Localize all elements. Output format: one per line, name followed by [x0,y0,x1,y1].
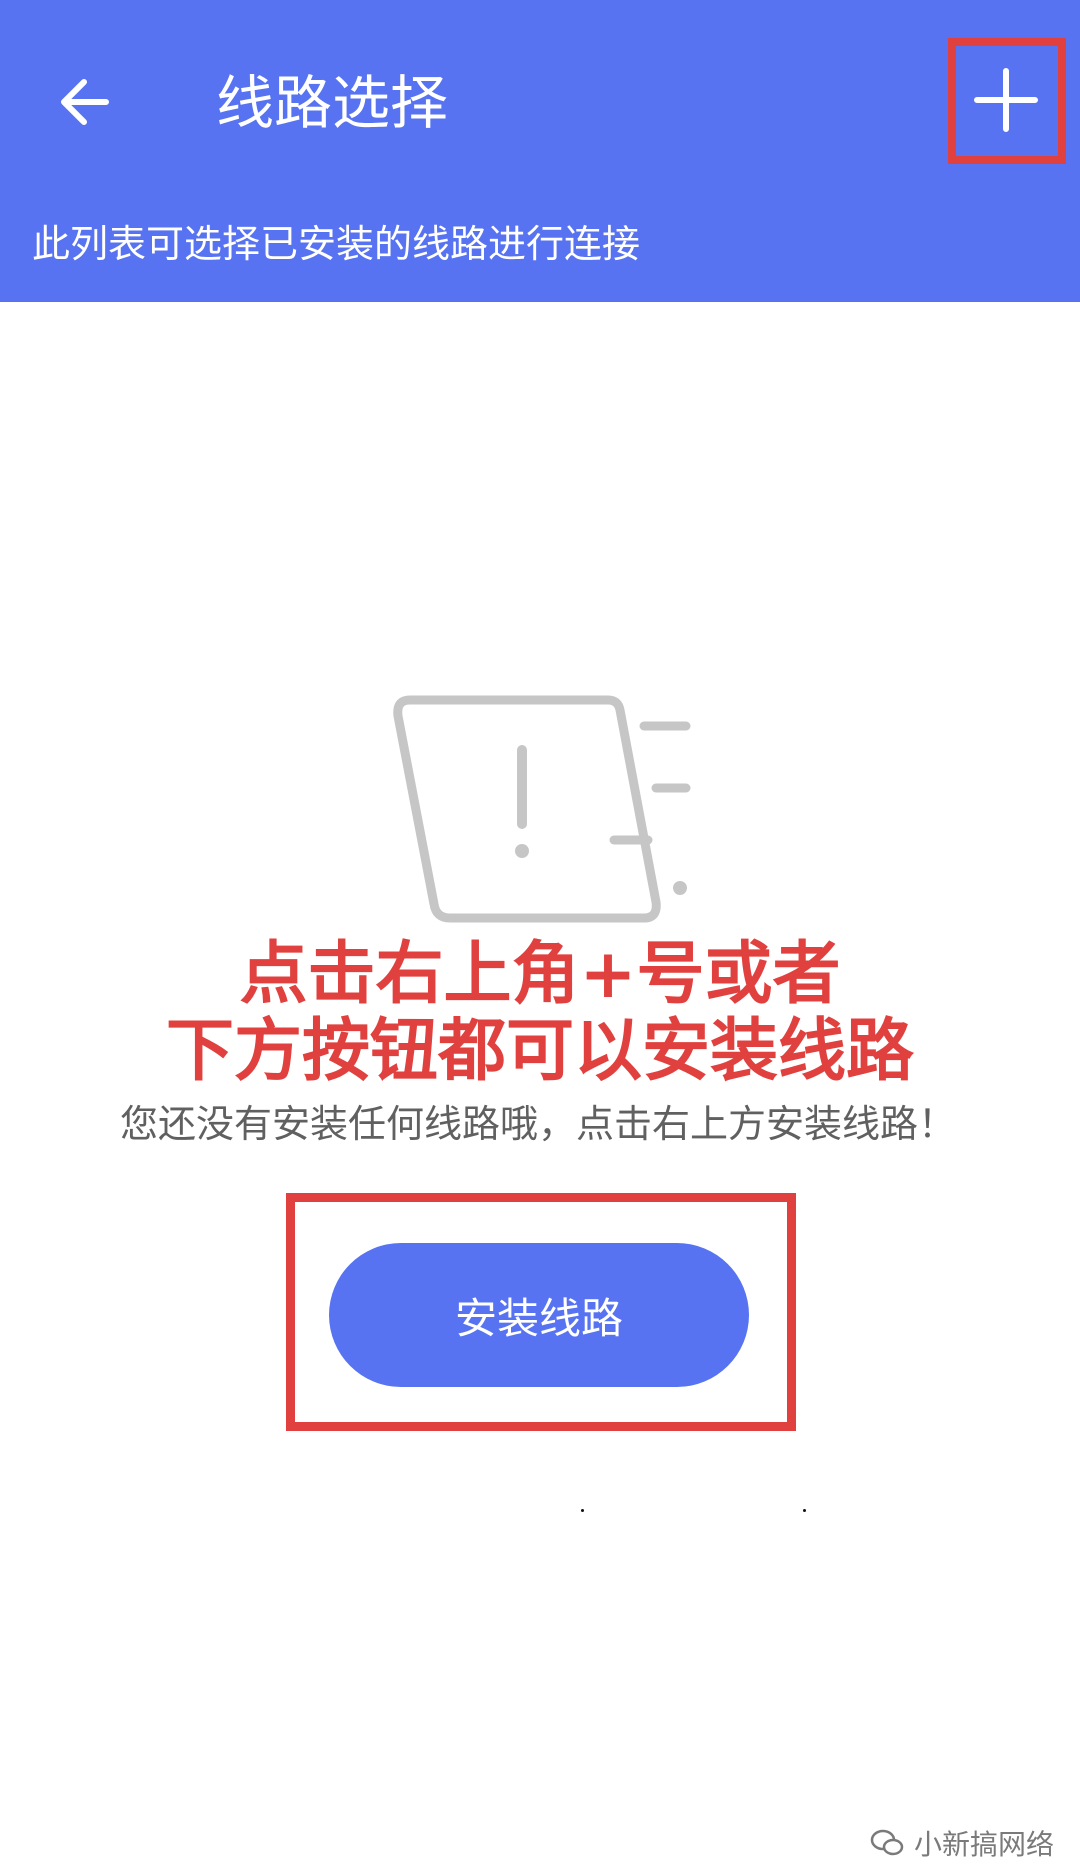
stray-dot [581,1509,584,1512]
annotation-line-2: 下方按钮都可以安装线路 [165,1012,914,1091]
back-button[interactable] [44,62,124,142]
stray-dot [803,1509,806,1512]
highlight-box-add [948,38,1066,164]
page-subtitle: 此列表可选择已安装的线路进行连接 [32,222,641,266]
empty-state-message: 您还没有安装任何线路哦，点击右上方安装线路！ [120,1102,957,1146]
app-header: 线路选择 此列表可选择已安装的线路进行连接 [0,0,1080,302]
annotation-line-1: 点击右上角+号或者 [239,935,841,1014]
arrow-left-icon [61,79,109,125]
empty-warning-icon [393,695,691,923]
watermark-text: 小新搞网络 [914,1828,1055,1861]
page-title: 线路选择 [216,69,449,137]
wechat-icon [870,1829,904,1856]
watermark: 小新搞网络 [870,1823,1054,1863]
highlight-box-install [286,1193,796,1431]
